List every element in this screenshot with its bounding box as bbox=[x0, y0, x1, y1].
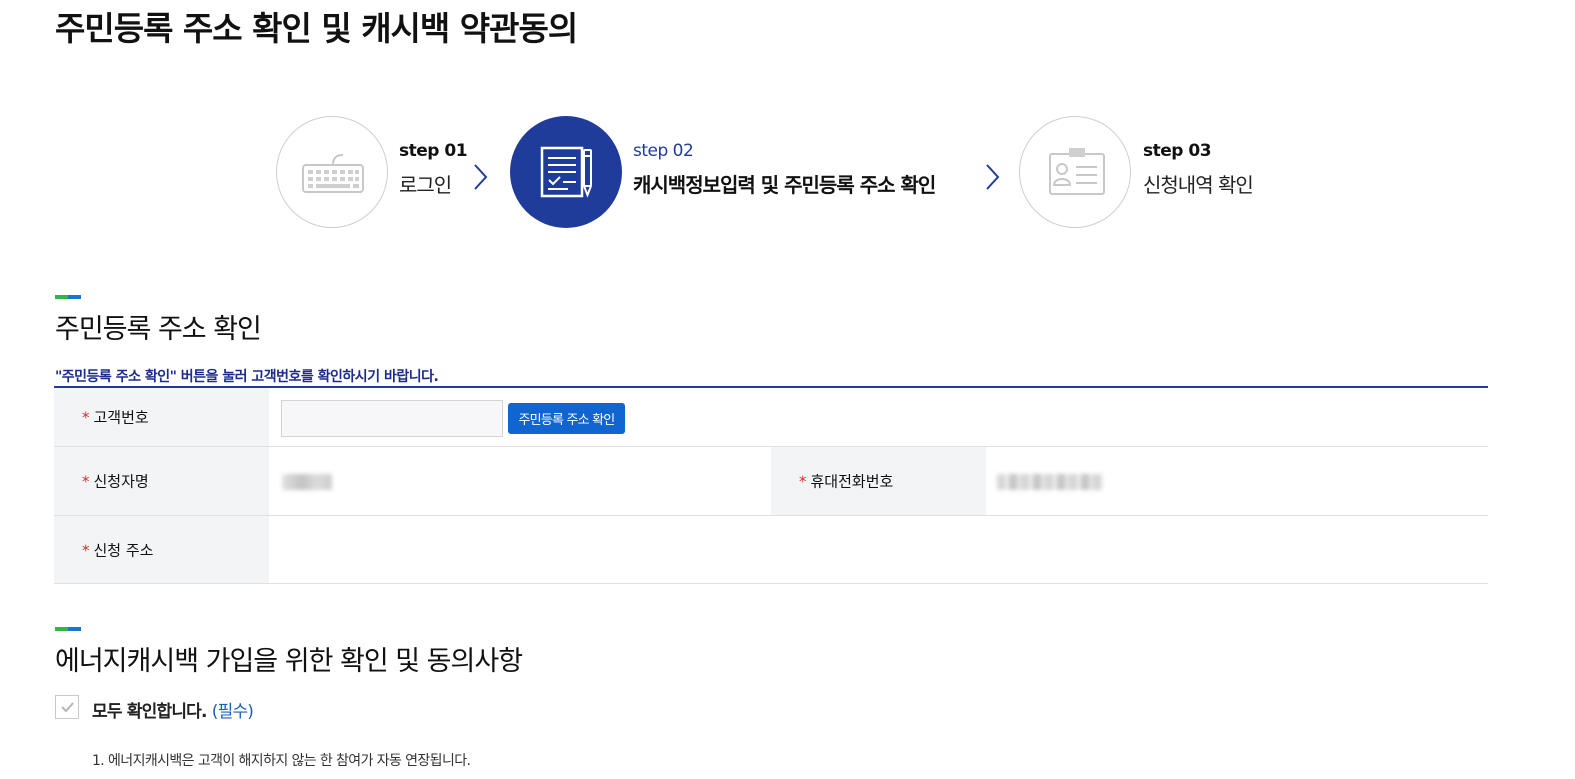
address-section-title: 주민등록 주소 확인 bbox=[55, 314, 262, 345]
step-03-circle bbox=[1019, 116, 1131, 228]
required-mark: * bbox=[82, 408, 90, 427]
section-accent-bar bbox=[55, 627, 81, 631]
address-verify-button[interactable]: 주민등록 주소 확인 bbox=[508, 403, 625, 434]
step-01-number: step 01 bbox=[399, 141, 468, 161]
step-03-label: 신청내역 확인 bbox=[1143, 173, 1254, 197]
keyboard-icon bbox=[302, 154, 364, 193]
step-02-number: step 02 bbox=[633, 141, 694, 161]
applicant-name-masked bbox=[282, 474, 332, 490]
customer-number-label: 고객번호 bbox=[93, 408, 149, 427]
step-01-circle bbox=[276, 116, 388, 228]
agreement-section-title: 에너지캐시백 가입을 위한 확인 및 동의사항 bbox=[55, 646, 523, 677]
customer-number-header: * 고객번호 bbox=[54, 388, 269, 446]
customer-number-input[interactable] bbox=[281, 400, 503, 437]
id-card-icon bbox=[1049, 148, 1105, 195]
phone-label: 휴대전화번호 bbox=[810, 472, 894, 491]
document-pen-icon bbox=[540, 146, 592, 198]
customer-number-row: * 고객번호 주민등록 주소 확인 bbox=[54, 388, 1488, 447]
address-form-table: * 고객번호 주민등록 주소 확인 * 신청자명 * 휴대전화번호 * 신청 주소 bbox=[54, 386, 1488, 584]
step-03-number: step 03 bbox=[1143, 141, 1212, 161]
checkmark-icon bbox=[61, 702, 74, 713]
step-02-label: 캐시백정보입력 및 주민등록 주소 확인 bbox=[633, 173, 936, 197]
step-02-circle bbox=[510, 116, 622, 228]
address-notice: "주민등록 주소 확인" 버튼을 눌러 고객번호를 확인하시기 바랍니다. bbox=[55, 369, 439, 385]
address-row: * 신청 주소 bbox=[54, 516, 1488, 584]
term-item-1: 1. 에너지캐시백은 고객이 해지하지 않는 한 참여가 자동 연장됩니다. bbox=[92, 753, 471, 769]
address-header: * 신청 주소 bbox=[54, 516, 269, 583]
agree-all-required: (필수) bbox=[211, 702, 254, 722]
chevron-right-icon bbox=[986, 164, 1000, 190]
address-label: 신청 주소 bbox=[93, 541, 154, 559]
applicant-name-label: 신청자명 bbox=[93, 472, 149, 491]
agree-all-checkbox[interactable] bbox=[55, 695, 79, 719]
section-accent-bar bbox=[55, 295, 81, 299]
required-mark: * bbox=[799, 472, 807, 491]
page-title: 주민등록 주소 확인 및 캐시백 약관동의 bbox=[55, 9, 578, 48]
phone-number-masked bbox=[997, 474, 1103, 490]
applicant-name-header: * 신청자명 bbox=[54, 447, 269, 515]
required-mark: * bbox=[82, 472, 90, 491]
required-mark: * bbox=[82, 541, 90, 559]
agree-all-text: 모두 확인합니다. bbox=[92, 702, 207, 722]
phone-header: * 휴대전화번호 bbox=[771, 447, 986, 515]
step-01-label: 로그인 bbox=[399, 173, 452, 197]
agree-all-label[interactable]: 모두 확인합니다. (필수) bbox=[92, 697, 254, 722]
chevron-right-icon bbox=[474, 164, 488, 190]
applicant-row: * 신청자명 * 휴대전화번호 bbox=[54, 447, 1488, 516]
